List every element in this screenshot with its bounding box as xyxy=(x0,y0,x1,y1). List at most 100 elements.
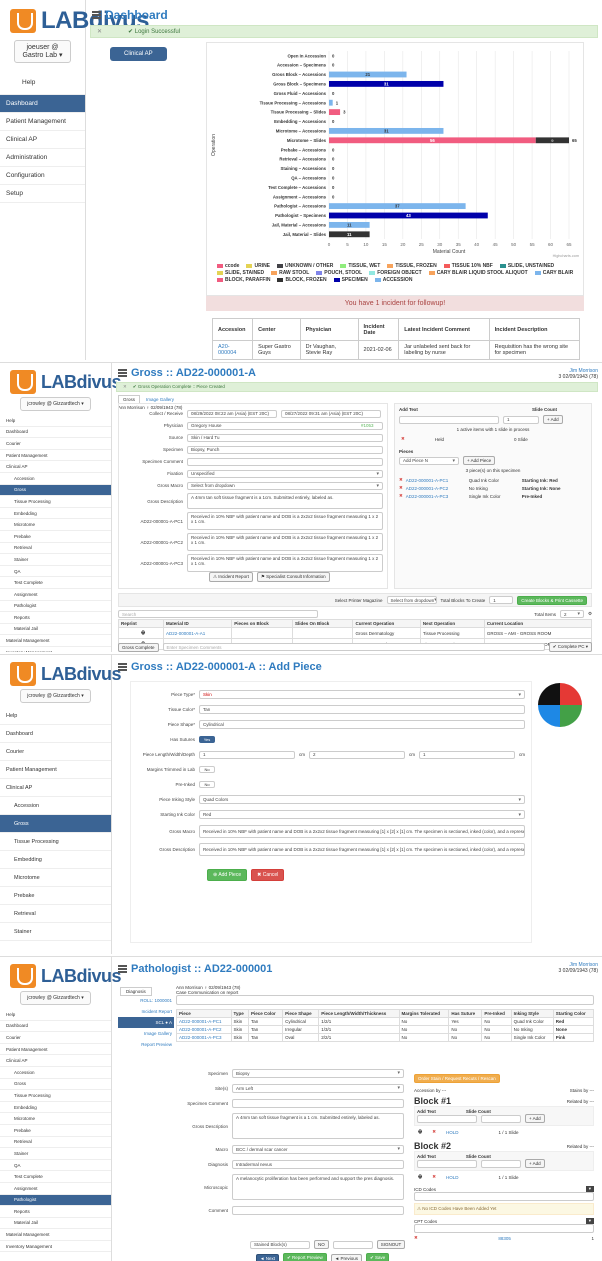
comment-input[interactable] xyxy=(232,1205,404,1215)
sidebar-item-patient-management[interactable]: Patient Management xyxy=(0,761,111,779)
sidebar-item-clinical-ap[interactable]: Clinical AP xyxy=(0,1055,111,1067)
total-blocks-input[interactable]: 1 xyxy=(489,596,514,604)
table-cell[interactable]: 🖶 xyxy=(117,627,165,639)
legend-item[interactable]: FOREIGN OBJECT xyxy=(369,270,422,276)
sidebar-item-tissue-processing[interactable]: Tissue Processing xyxy=(0,833,111,851)
case-communication-input[interactable] xyxy=(176,995,594,1005)
add-piece-button[interactable]: + Add Piece xyxy=(463,456,496,465)
specimen-input[interactable]: Biopsy xyxy=(232,1068,404,1078)
legend-item[interactable]: TISSUE 10% NBF xyxy=(443,263,493,269)
column-header[interactable]: Current Location xyxy=(483,619,593,628)
close-icon[interactable]: ✕ xyxy=(123,384,127,390)
logo[interactable]: LABdivus xyxy=(0,655,122,689)
hamburger-menu-icon[interactable] xyxy=(118,965,127,973)
macro-input[interactable]: BCC / dermal scar cancer xyxy=(232,1144,404,1154)
total-items-select[interactable]: 2 xyxy=(559,610,584,618)
sidebar-item-qa[interactable]: QA xyxy=(0,566,111,578)
sidebar-item-gross[interactable]: Gross xyxy=(0,484,111,497)
sidebar-item-accession[interactable]: Accession xyxy=(0,473,111,485)
sidebar-item-material-jail[interactable]: Material Jail xyxy=(0,624,111,636)
length-input[interactable]: 1 xyxy=(199,750,295,759)
specimen-input[interactable]: Biopsy, Punch xyxy=(187,445,383,454)
source-input[interactable]: Skin / Hard Tu xyxy=(187,433,383,442)
table-cell[interactable]: AD22-000001-A-PC1 xyxy=(176,1017,232,1026)
order-stain-button[interactable]: Order Stain / Request Recuts / Rescan xyxy=(414,1074,500,1083)
sidebar-item-patient-management[interactable]: Patient Management xyxy=(0,1044,111,1056)
legend-item[interactable]: TISSUE, FROZEN xyxy=(387,263,437,269)
delete-icon[interactable]: ✖ xyxy=(432,1174,436,1180)
sidebar-item-material-jail[interactable]: Material Jail xyxy=(0,1218,111,1230)
case-link-image-gallery[interactable]: Image Gallery xyxy=(118,1028,174,1039)
delete-icon[interactable]: ✖ xyxy=(401,436,405,442)
sidebar-item-patient-management[interactable]: Patient Management xyxy=(0,450,111,462)
sidebar-item-inventory-management[interactable]: Inventory Management xyxy=(0,647,111,652)
table-cell[interactable]: AD22-000001-A-A1 xyxy=(163,627,233,639)
column-header[interactable]: Material ID xyxy=(163,619,233,628)
sidebar-item-qa[interactable]: QA xyxy=(0,1160,111,1172)
sidebar-item-stainer[interactable]: Stainer xyxy=(0,923,111,941)
piece-link[interactable]: AD22-000001-A-PC2 xyxy=(406,486,466,491)
delete-icon[interactable]: ✖ xyxy=(414,1235,418,1241)
specialist-consult-button[interactable]: ⚑ Specialist Consult Information xyxy=(256,572,330,582)
gear-icon[interactable]: ⚙ xyxy=(588,611,592,617)
user-menu-button[interactable]: jcrowley @ Gizzardtech ▾ xyxy=(20,689,91,703)
sidebar-item-help[interactable]: Help xyxy=(0,415,111,427)
bar[interactable] xyxy=(329,99,333,106)
legend-item[interactable]: UNKNOWN / OTHER xyxy=(277,263,333,269)
specimen-comment-input[interactable]: Enter Specimen Comments xyxy=(162,643,545,651)
sidebar-item-tissue-processing[interactable]: Tissue Processing xyxy=(0,1090,111,1102)
site-s-input[interactable]: Arm Left xyxy=(232,1083,404,1093)
gross-macro-input[interactable]: Received in 10% NBF with patient name an… xyxy=(199,824,525,838)
table-cell[interactable]: AD22-000001-A-PC3 xyxy=(176,1033,232,1042)
sidebar-item-courier[interactable]: Courier xyxy=(0,743,111,761)
delete-icon[interactable]: ✖ xyxy=(432,1129,436,1135)
diagnosis-input[interactable]: Intradermal nevus xyxy=(232,1159,404,1169)
margins-toggle[interactable]: No xyxy=(199,766,215,773)
legend-item[interactable]: BLOCK, PARAFFIN xyxy=(217,277,270,283)
print-icon[interactable]: 🖶 xyxy=(418,1128,422,1136)
grid-search-input[interactable]: Search xyxy=(118,610,318,618)
sidebar-item-prebake[interactable]: Prebake xyxy=(0,1125,111,1137)
column-header[interactable]: Current Operation xyxy=(352,619,421,628)
legend-item[interactable]: ACCESSION xyxy=(374,277,412,283)
gross-complete-button[interactable]: Gross Complete xyxy=(118,642,159,652)
ad22-000001-a-pc3-input[interactable]: Received in 10% NBF with patient name an… xyxy=(187,554,383,572)
slide-count-input[interactable]: 1 xyxy=(503,415,539,424)
tab-gross[interactable]: Gross xyxy=(118,395,141,403)
legend-item[interactable]: CARY BLAIR LIQUID STOOL ALIQUOT xyxy=(428,270,528,276)
sidebar-item-embedding[interactable]: Embedding xyxy=(0,1102,111,1114)
sidebar-item-clinical-ap[interactable]: Clinical AP xyxy=(0,461,111,473)
logo[interactable]: LABdivus xyxy=(0,0,150,38)
complete-pc-button[interactable]: ✔ Complete PC ▾ xyxy=(548,642,592,652)
user-menu-button[interactable]: joeuser @ Gastro Lab ▾ xyxy=(14,40,71,63)
sidebar-item-embedding[interactable]: Embedding xyxy=(0,851,111,869)
hold-link[interactable]: HOLD xyxy=(446,1175,459,1180)
cpt-expand-icon[interactable]: ▾ xyxy=(585,1218,594,1224)
legend-item[interactable]: BLOCK, FROZEN xyxy=(277,277,327,283)
tab-clinical-ap[interactable]: Clinical AP xyxy=(110,47,167,61)
specimen-comment-input[interactable] xyxy=(232,1098,404,1108)
ad22-000001-a-pc1-input[interactable]: Received in 10% NBF with patient name an… xyxy=(187,512,383,530)
sidebar-item-gross[interactable]: Gross xyxy=(0,815,111,833)
sidebar-item-help[interactable]: Help xyxy=(0,71,85,95)
legend-item[interactable]: RAW STOOL xyxy=(271,270,309,276)
sidebar-item-prebake[interactable]: Prebake xyxy=(0,887,111,905)
add-text-input[interactable] xyxy=(417,1159,477,1168)
legend-item[interactable]: ccode xyxy=(217,263,239,269)
sidebar-item-stainer[interactable]: Stainer xyxy=(0,1148,111,1160)
column-header[interactable]: Slides On Block xyxy=(292,619,354,628)
sidebar-item-clinical-ap[interactable]: Clinical AP xyxy=(0,131,85,149)
print-icon[interactable]: 🖶 xyxy=(418,1173,422,1181)
sidebar-item-help[interactable]: Help xyxy=(0,1009,111,1021)
receive-date-input[interactable]: 08/27/2022 09:31 am (Asia) (EST 20C) xyxy=(281,409,381,418)
legend-item[interactable]: SLIDE, STAINED xyxy=(217,270,264,276)
depth-input[interactable]: 1 xyxy=(419,750,515,759)
add-text-input[interactable] xyxy=(417,1114,477,1123)
sidebar-item-retrieval[interactable]: Retrieval xyxy=(0,905,111,923)
fixation-input[interactable]: Unspecified xyxy=(187,469,383,478)
piece-link[interactable]: AD22-000001-A-PC3 xyxy=(406,494,466,499)
hamburger-menu-icon[interactable] xyxy=(92,11,101,19)
sidebar-item-retrieval[interactable]: Retrieval xyxy=(0,543,111,555)
add-slide-button[interactable]: + Add xyxy=(525,1159,545,1168)
case-link-report-preview[interactable]: Report Preview xyxy=(118,1039,174,1050)
